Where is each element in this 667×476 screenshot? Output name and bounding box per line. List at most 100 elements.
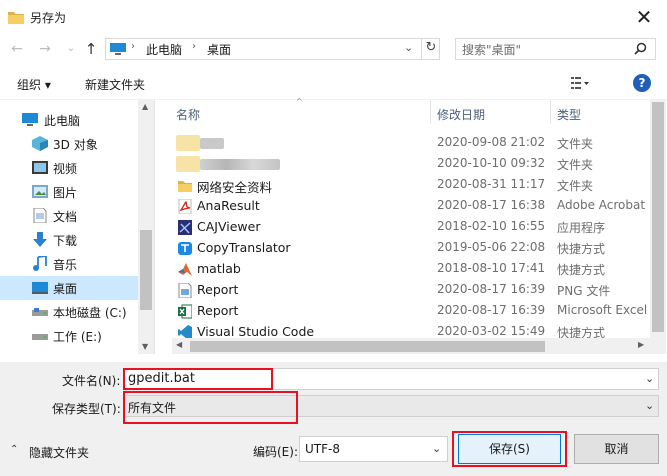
file-row[interactable]: AnaResult 2020-08-17 16:38 Adobe Acrobat	[172, 196, 650, 217]
column-divider[interactable]	[430, 100, 431, 124]
file-list-vscroll-thumb[interactable]	[652, 102, 664, 332]
column-header-date[interactable]: 修改日期	[437, 106, 485, 123]
forward-icon[interactable]: →	[36, 40, 54, 58]
file-date: 2018-08-10 17:41	[437, 261, 546, 275]
scroll-right-icon[interactable]: ▶	[638, 340, 644, 349]
file-row[interactable]: 2020-09-08 21:02 文件夹	[172, 133, 650, 154]
cube-3d-icon	[32, 136, 48, 151]
filetype-dropdown-icon[interactable]: ⌄	[645, 399, 654, 412]
encoding-value: UTF-8	[305, 442, 340, 456]
sidebar-item-documents[interactable]: 文档	[0, 204, 154, 228]
file-type: 文件夹	[557, 158, 594, 172]
file-date: 2020-08-17 16:38	[437, 198, 546, 212]
sidebar-item-music[interactable]: 音乐	[0, 252, 154, 276]
file-date: 2020-10-10 09:32	[437, 156, 546, 170]
back-icon[interactable]: ←	[8, 40, 26, 58]
file-row[interactable]: Report 2020-08-17 16:39 Microsoft Excel	[172, 301, 650, 322]
recent-dropdown-icon[interactable]: ⌄	[62, 40, 80, 58]
file-name: Visual Studio Code	[197, 324, 315, 338]
file-row[interactable]: Visual Studio Code 2020-03-02 15:49 快捷方式	[172, 322, 650, 338]
picture-icon	[32, 185, 48, 198]
view-options-icon[interactable]	[571, 76, 589, 90]
organize-button[interactable]: 组织 ▾	[17, 76, 51, 93]
file-name: CopyTranslator	[197, 240, 291, 255]
help-icon[interactable]: ?	[633, 74, 651, 92]
search-placeholder: 搜索"桌面"	[462, 43, 522, 57]
file-type: PNG 文件	[557, 284, 611, 298]
sidebar-scrollbar[interactable]	[138, 100, 154, 354]
pdf-icon	[178, 199, 192, 214]
title-bar	[0, 0, 667, 34]
sidebar-item-drive-c[interactable]: 本地磁盘 (C:)	[0, 300, 154, 324]
sidebar-item-drive-e[interactable]: 工作 (E:)	[0, 324, 154, 348]
column-divider[interactable]	[550, 100, 551, 124]
up-icon[interactable]: ↑	[82, 40, 100, 58]
sidebar-scrollbar-thumb[interactable]	[140, 230, 152, 310]
music-icon	[33, 256, 47, 271]
sidebar-item-pictures[interactable]: 图片	[0, 180, 154, 204]
file-date: 2020-08-31 11:17	[437, 177, 546, 191]
sidebar-item-desktop[interactable]: 桌面	[0, 276, 138, 300]
sidebar-item-label: 此电脑	[44, 114, 81, 128]
breadcrumb-separator-icon: ›	[131, 41, 135, 52]
filename-dropdown-icon[interactable]: ⌄	[645, 372, 654, 385]
scroll-down-icon[interactable]: ▼	[142, 342, 148, 351]
column-header-name[interactable]: 名称	[176, 106, 200, 123]
file-row[interactable]: 2020-10-10 09:32 文件夹	[172, 154, 650, 175]
document-icon	[33, 208, 47, 223]
file-type: 快捷方式	[557, 326, 606, 338]
file-row[interactable]: 网络安全资料 2020-08-31 11:17 文件夹	[172, 175, 650, 196]
matlab-icon	[178, 263, 192, 276]
breadcrumb-this-pc[interactable]: 此电脑	[146, 41, 182, 58]
sort-ascending-icon: ^	[296, 97, 303, 106]
sidebar-item-videos[interactable]: 视频	[0, 156, 154, 180]
file-row[interactable]: Report 2020-08-17 16:39 PNG 文件	[172, 280, 650, 301]
file-row[interactable]: CopyTranslator 2019-05-06 22:08 快捷方式	[172, 238, 650, 259]
monitor-icon	[110, 43, 126, 55]
file-date: 2020-09-08 21:02	[437, 135, 546, 149]
sidebar-item-3d-objects[interactable]: 3D 对象	[0, 132, 154, 156]
file-type: Microsoft Excel	[557, 303, 648, 317]
encoding-dropdown-icon[interactable]: ⌄	[432, 442, 441, 455]
drive-icon	[32, 334, 48, 340]
new-folder-button[interactable]: 新建文件夹	[85, 76, 145, 93]
sidebar-item-label: 图片	[53, 186, 78, 200]
file-row[interactable]: CAJViewer 2018-02-10 16:55 应用程序	[172, 217, 650, 238]
folder-icon	[8, 12, 24, 24]
sidebar-item-this-pc[interactable]: 此电脑	[0, 108, 154, 132]
search-icon[interactable]	[634, 42, 647, 55]
folder-icon	[178, 181, 192, 192]
address-dropdown-icon[interactable]: ⌄	[404, 41, 413, 54]
breadcrumb-desktop[interactable]: 桌面	[207, 41, 231, 58]
chevron-up-icon[interactable]: ⌃	[10, 444, 18, 455]
file-date: 2020-08-17 16:39	[437, 282, 546, 296]
pane-divider	[154, 100, 155, 354]
close-button[interactable]: ✕	[630, 4, 658, 30]
sidebar-item-label: 本地磁盘 (C:)	[53, 306, 127, 320]
sidebar-item-label: 文档	[53, 210, 78, 224]
sidebar-item-downloads[interactable]: 下载	[0, 228, 154, 252]
scroll-left-icon[interactable]: ◀	[176, 340, 182, 349]
monitor-icon	[22, 113, 38, 126]
cancel-button[interactable]: 取消	[574, 434, 659, 464]
download-icon	[33, 232, 47, 247]
refresh-icon[interactable]: ↻	[421, 38, 440, 60]
file-date: 2020-08-17 16:39	[437, 303, 546, 317]
file-row[interactable]: matlab 2018-08-10 17:41 快捷方式	[172, 259, 650, 280]
file-name: matlab	[197, 261, 241, 276]
translator-icon	[178, 242, 192, 255]
vscode-icon	[178, 325, 192, 338]
hide-folders-button[interactable]: 隐藏文件夹	[29, 444, 89, 461]
file-type: 文件夹	[557, 179, 594, 193]
scroll-up-icon[interactable]: ▲	[142, 102, 148, 111]
filetype-label: 保存类型(T):	[52, 402, 121, 416]
file-name: 网络安全资料	[197, 180, 273, 195]
file-date: 2020-03-02 15:49	[437, 324, 546, 338]
column-header-type[interactable]: 类型	[557, 106, 581, 123]
sidebar-item-label: 音乐	[53, 258, 78, 272]
filename-value: gpedit.bat	[128, 371, 195, 386]
sidebar-item-label: 下载	[53, 234, 78, 248]
file-name: Report	[197, 282, 239, 297]
desktop-icon	[32, 282, 48, 294]
hscroll-thumb[interactable]	[190, 341, 545, 352]
